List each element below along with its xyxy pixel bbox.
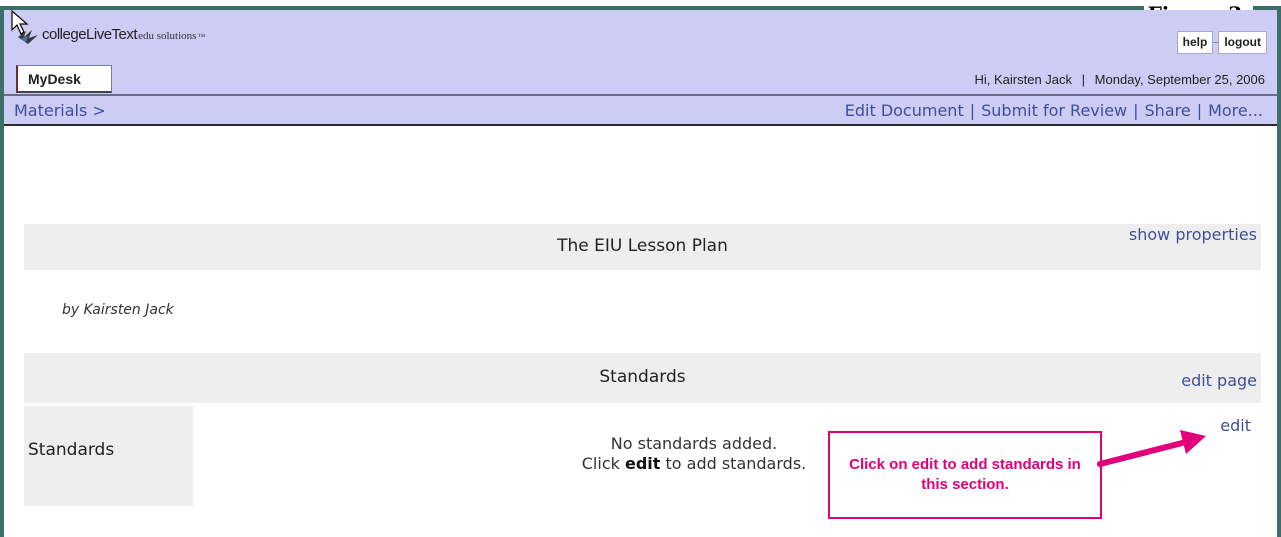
empty-message-line2: Click edit to add standards. xyxy=(564,454,824,474)
action-separator: | xyxy=(1133,101,1139,120)
help-button[interactable]: help xyxy=(1176,31,1214,54)
submit-for-review-link[interactable]: Submit for Review xyxy=(981,101,1127,120)
tab-mydesk[interactable]: MyDesk xyxy=(16,65,112,93)
logo-tagline: edu solutions xyxy=(138,30,197,42)
document-title: The EIU Lesson Plan xyxy=(557,236,728,256)
show-properties-link[interactable]: show properties xyxy=(1129,225,1257,244)
action-separator: | xyxy=(969,101,976,120)
annotation-callout: Click on edit to add standards in this s… xyxy=(828,431,1102,519)
empty-message-edit-word: edit xyxy=(624,454,661,473)
standards-row-label: Standards xyxy=(28,440,115,460)
edit-standards-link[interactable]: edit xyxy=(1220,416,1251,435)
document-title-bar: The EIU Lesson Plan show properties xyxy=(24,224,1261,270)
empty-standards-message: No standards added. Click edit to add st… xyxy=(564,434,824,474)
greeting-text: Hi, Kairsten Jack xyxy=(974,72,1073,87)
edit-page-link[interactable]: edit page xyxy=(1181,371,1257,390)
app-header: collegeLiveText edu solutions ™ help log… xyxy=(4,10,1277,126)
action-separator: | xyxy=(1196,101,1203,120)
user-greeting: Hi, Kairsten Jack | Monday, September 25… xyxy=(974,72,1265,87)
screenshot-frame: Figure 3. collegeLiveText edu solutions … xyxy=(0,4,1281,537)
logo-wordmark: collegeLiveText xyxy=(42,26,138,43)
current-date: Monday, September 25, 2006 xyxy=(1094,72,1265,87)
empty-message-pre: Click xyxy=(581,454,625,473)
bird-logo-icon xyxy=(18,30,38,44)
sub-navigation: Materials > Edit Document | Submit for Rev… xyxy=(4,96,1277,126)
empty-message-post: to add standards. xyxy=(660,454,807,473)
more-link[interactable]: More... xyxy=(1208,101,1263,120)
document-author: by Kairsten Jack xyxy=(62,302,174,318)
edit-document-link[interactable]: Edit Document xyxy=(845,101,964,120)
empty-message-line1: No standards added. xyxy=(610,434,778,453)
section-header-bar: Standards edit page xyxy=(24,353,1261,403)
section-title: Standards xyxy=(599,367,686,387)
standards-row-label-cell: Standards xyxy=(24,406,193,506)
logout-button[interactable]: logout xyxy=(1218,31,1267,54)
annotation-arrow-icon xyxy=(1097,430,1206,467)
logo-trademark: ™ xyxy=(197,32,206,41)
breadcrumb-materials[interactable]: Materials > xyxy=(14,101,106,120)
share-link[interactable]: Share xyxy=(1145,101,1191,120)
greeting-separator: | xyxy=(1081,72,1086,87)
document-actions: Edit Document | Submit for Review | Share | Mo… xyxy=(845,101,1263,120)
app-logo[interactable]: collegeLiveText edu solutions ™ xyxy=(16,26,205,48)
top-buttons: help logout xyxy=(1176,31,1267,54)
